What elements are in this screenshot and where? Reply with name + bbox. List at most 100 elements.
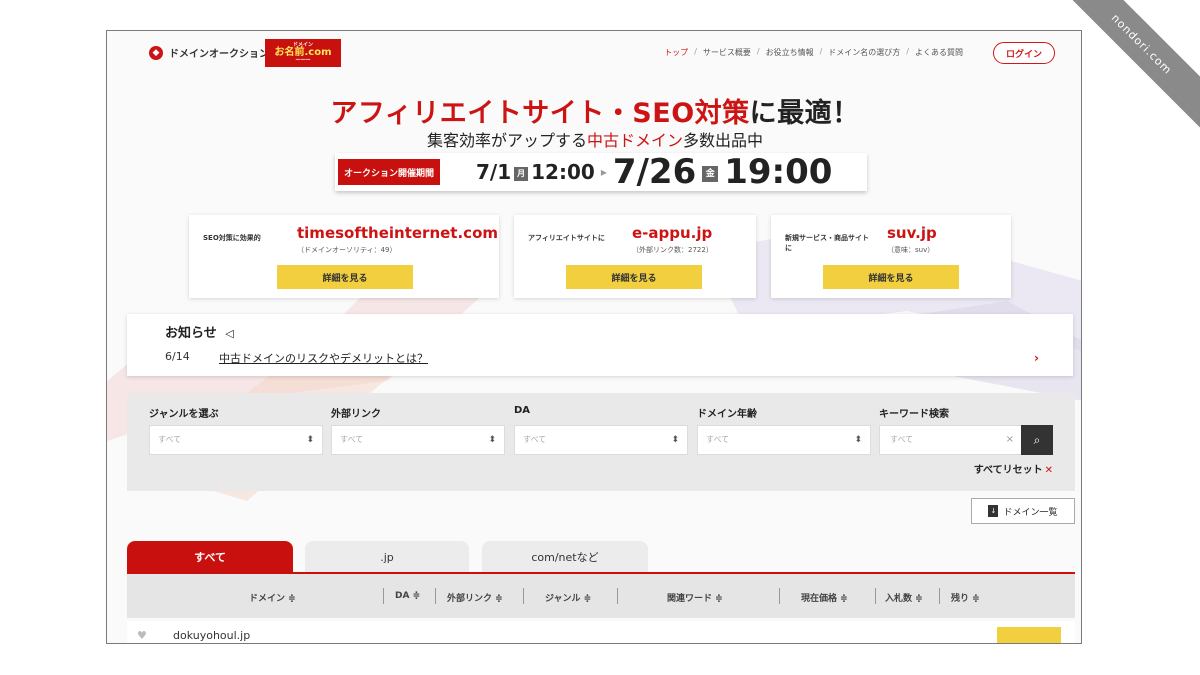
card-domain[interactable]: e-appu.jp — [632, 224, 712, 242]
featured-card-3: 新規サービス・商品サイトに suv.jp （意味：suv） 詳細を見る — [771, 215, 1011, 298]
partner-logo[interactable]: ドメイン お名前.com ——— — [265, 39, 341, 67]
nav-top[interactable]: トップ — [664, 47, 688, 58]
hero-sub-1: 集客効率がアップする — [426, 131, 587, 150]
col-divider — [383, 588, 384, 604]
table-row[interactable]: ♥ dokuyohoul.jp — [127, 621, 1075, 643]
nav-tips[interactable]: お役立ち情報 — [766, 47, 814, 58]
news-date: 6/14 — [165, 350, 190, 363]
period-arrow-icon: ▸ — [600, 165, 607, 179]
keyword-placeholder: すべて — [890, 435, 914, 444]
col-divider — [617, 588, 618, 604]
hero-title-highlight: アフィリエイトサイト・SEO対策 — [330, 98, 750, 129]
period-start: 7/1 月 12:00 — [476, 160, 595, 184]
logo-mark-icon: ◆ — [149, 45, 163, 60]
da-select[interactable]: すべて ⬍ — [514, 425, 688, 455]
card-tag: 新規サービス・商品サイトに — [785, 234, 869, 252]
nav-how-to-choose[interactable]: ドメイン名の選び方 — [828, 47, 900, 58]
start-day-badge: 月 — [514, 166, 529, 181]
col-price[interactable]: 現在価格 ≑ — [801, 591, 848, 604]
col-bids[interactable]: 入札数 ≑ — [885, 591, 923, 604]
links-select[interactable]: すべて ⬍ — [331, 425, 505, 455]
card-meta: （外部リンク数：2722） — [632, 246, 713, 254]
row-domain[interactable]: dokuyohoul.jp — [173, 629, 250, 642]
table-header: ドメイン ≑ DA ≑ 外部リンク ≑ ジャンル ≑ 関連ワード ≑ 現在価格 … — [127, 574, 1075, 618]
card-meta: （ドメインオーソリティ：49） — [297, 246, 397, 254]
watermark-text: nondori.com — [1070, 0, 1200, 130]
start-date: 7/1 — [476, 160, 512, 184]
login-button[interactable]: ログイン — [993, 42, 1055, 64]
site-header: ◆ ドメインオークション ドメイン お名前.com ——— トップ / サービス概… — [107, 31, 1081, 77]
filter-panel: ジャンルを選ぶ 外部リンク DA ドメイン年齢 キーワード検索 すべて ⬍ すべて… — [127, 393, 1075, 491]
card-detail-button[interactable]: 詳細を見る — [823, 265, 959, 289]
col-links[interactable]: 外部リンク ≑ — [447, 591, 503, 604]
col-divider — [875, 588, 876, 604]
featured-card-2: アフィリエイトサイトに e-appu.jp （外部リンク数：2722） 詳細を見… — [514, 215, 756, 298]
col-da[interactable]: DA ≑ — [395, 591, 420, 601]
browser-frame: ◆ ドメインオークション ドメイン お名前.com ——— トップ / サービス概… — [106, 30, 1082, 644]
star-icon[interactable]: ♥ — [137, 629, 147, 642]
filter-label-genre: ジャンルを選ぶ — [149, 409, 219, 420]
tab-jp[interactable]: .jp — [305, 541, 469, 573]
card-detail-button[interactable]: 詳細を見る — [277, 265, 413, 289]
col-remaining[interactable]: 残り ≑ — [951, 591, 980, 604]
chevron-right-icon[interactable]: › — [1034, 351, 1039, 365]
nav-service[interactable]: サービス概要 — [703, 47, 751, 58]
start-time: 12:00 — [531, 160, 595, 184]
card-tag: SEO対策に効果的 — [203, 234, 261, 242]
hero-sub-2: 多数出品中 — [683, 131, 764, 150]
genre-select[interactable]: すべて ⬍ — [149, 425, 323, 455]
period-end: 7/26 金 19:00 — [613, 152, 833, 192]
search-button[interactable]: ⌕ — [1021, 425, 1053, 455]
reset-all-button[interactable]: すべてリセット ✕ — [974, 461, 1053, 476]
filter-label-keyword: キーワード検索 — [879, 409, 949, 420]
news-title-text: お知らせ — [165, 326, 217, 341]
filter-label-da: DA — [514, 405, 531, 416]
close-icon: ✕ — [1044, 465, 1053, 476]
hero-subtitle: 集客効率がアップする中古ドメイン多数出品中 — [107, 127, 1081, 151]
search-icon: ⌕ — [1033, 432, 1041, 447]
filter-label-age: ドメイン年齢 — [697, 409, 757, 420]
genre-select-value: すべて — [158, 435, 182, 444]
download-icon: ↓ — [988, 505, 999, 517]
hero-title: アフィリエイトサイト・SEO対策に最適！ — [107, 91, 1081, 130]
select-caret-icon: ⬍ — [671, 435, 679, 445]
col-divider — [779, 588, 780, 604]
card-domain[interactable]: timesoftheinternet.com — [297, 224, 498, 242]
card-detail-button[interactable]: 詳細を見る — [566, 265, 702, 289]
domain-list-download-button[interactable]: ↓ ドメイン一覧 — [971, 498, 1075, 524]
keyword-input[interactable]: すべて × — [879, 425, 1023, 455]
site-logo[interactable]: ◆ ドメインオークション — [149, 45, 269, 60]
period-label: オークション開催期間 — [338, 159, 440, 185]
reset-label: すべてリセット — [973, 465, 1043, 476]
news-title: お知らせ ◁ — [165, 322, 234, 341]
col-genre[interactable]: ジャンル ≑ — [545, 591, 591, 604]
col-divider — [939, 588, 940, 604]
filter-label-links: 外部リンク — [331, 409, 381, 420]
hero-sub-highlight: 中古ドメイン — [586, 131, 683, 150]
domain-list-label: ドメイン一覧 — [1003, 507, 1058, 518]
select-caret-icon: ⬍ — [306, 435, 314, 445]
bid-button[interactable] — [997, 627, 1061, 643]
col-keywords[interactable]: 関連ワード ≑ — [667, 591, 723, 604]
age-select-value: すべて — [706, 435, 730, 444]
auction-period: オークション開催期間 7/1 月 12:00 ▸ 7/26 金 19:00 — [335, 152, 867, 192]
age-select[interactable]: すべて ⬍ — [697, 425, 871, 455]
col-divider — [523, 588, 524, 604]
col-domain[interactable]: ドメイン ≑ — [249, 591, 296, 604]
card-domain[interactable]: suv.jp — [887, 224, 937, 242]
end-day-badge: 金 — [702, 165, 719, 182]
tab-all[interactable]: すべて — [127, 541, 293, 573]
nav-faq[interactable]: よくある質問 — [915, 47, 963, 58]
da-select-value: すべて — [523, 435, 547, 444]
watermark-ribbon: nondori.com — [1070, 0, 1200, 130]
end-date: 7/26 — [612, 152, 697, 192]
news-link[interactable]: 中古ドメインのリスクやデメリットとは？ — [219, 350, 428, 366]
tab-com-net[interactable]: com/netなど — [482, 541, 648, 573]
top-nav: トップ / サービス概要 / お役立ち情報 / ドメイン名の選び方 / よくある質問 — [664, 47, 963, 58]
news-panel: お知らせ ◁ 6/14 中古ドメインのリスクやデメリットとは？ › — [127, 314, 1073, 376]
megaphone-icon: ◁ — [225, 327, 234, 340]
end-time: 19:00 — [724, 152, 833, 192]
clear-icon[interactable]: × — [1006, 426, 1014, 454]
col-divider — [435, 588, 436, 604]
select-caret-icon: ⬍ — [488, 435, 496, 445]
